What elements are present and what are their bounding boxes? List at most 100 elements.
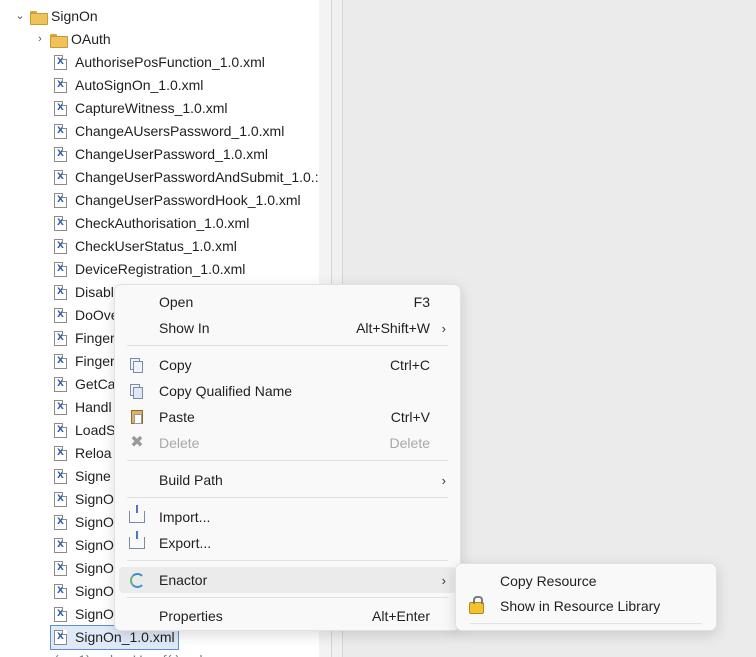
xml-file-icon: X (54, 492, 67, 507)
menu-item-delete[interactable]: ✖ Delete Delete (119, 430, 456, 456)
menu-item-enactor[interactable]: Enactor › (119, 567, 456, 593)
tree-file-label: ChangeAUsersPassword_1.0.xml (75, 123, 285, 139)
menu-item-paste[interactable]: Paste Ctrl+V (119, 404, 456, 430)
menu-item-show-in[interactable]: Show In Alt+Shift+W › (119, 315, 456, 341)
menu-item-build-path[interactable]: Build Path › (119, 467, 456, 493)
menu-separator (127, 597, 448, 598)
tree-file[interactable]: X SignO (54, 534, 114, 557)
xml-file-icon: X (54, 124, 67, 139)
tree-file[interactable]: X Reloa (54, 442, 112, 465)
tree-folder-oauth[interactable]: › OAuth (34, 28, 111, 51)
xml-file-icon: X (54, 446, 67, 461)
xml-file-icon: X (54, 78, 67, 93)
tree-file[interactable]: X DoOve (54, 304, 119, 327)
tree-file[interactable]: X SignO (54, 488, 114, 511)
submenu-item-copy-resource[interactable]: Copy Resource (460, 568, 712, 594)
tree-file[interactable]: X ChangeUserPasswordHook_1.0.xml (54, 189, 301, 212)
tree-folder-signon[interactable]: ⌄ SignOn (14, 5, 98, 28)
tree-file[interactable]: X LoadS (54, 419, 115, 442)
tree-file[interactable]: X ChangeAUsersPassword_1.0.xml (54, 120, 284, 143)
tree-file[interactable]: X DeviceRegistration_1.0.xml (54, 258, 245, 281)
menu-separator (127, 497, 448, 498)
tree-file[interactable]: X Disabl (54, 281, 114, 304)
tree-file-label: CaptureWitness_1.0.xml (75, 100, 228, 116)
tree-file[interactable]: X CheckUserStatus_1.0.xml (54, 235, 237, 258)
tree-file-label: DeviceRegistration_1.0.xml (75, 261, 246, 277)
xml-file-icon: X (54, 400, 67, 415)
xml-file-icon: X (54, 55, 67, 70)
tree-file-cut-off[interactable]: (..., 1) ... l ... H ... {( ) ... l (54, 649, 203, 657)
tree-file[interactable]: X SignO (54, 603, 114, 626)
tree-file[interactable]: X AutoSignOn_1.0.xml (54, 74, 203, 97)
tree-file-label: Reloa (75, 445, 112, 461)
folder-open-icon (30, 10, 48, 25)
export-icon (129, 531, 145, 551)
tree-file-label: AutoSignOn_1.0.xml (75, 77, 204, 93)
menu-item-label: Copy (159, 357, 192, 373)
menu-item-properties[interactable]: Properties Alt+Enter (119, 603, 456, 629)
tree-file[interactable]: X Handl (54, 396, 112, 419)
tree-file-label: Signe (75, 468, 111, 484)
submenu-item-show-in-resource-library[interactable]: Show in Resource Library (460, 593, 712, 619)
chevron-right-icon: › (441, 320, 446, 336)
copy-icon (129, 357, 145, 373)
xml-file-icon: X (54, 285, 67, 300)
menu-item-label: Open (159, 294, 194, 310)
tree-file[interactable]: X CheckAuthorisation_1.0.xml (54, 212, 249, 235)
xml-file-icon: X (54, 584, 67, 599)
xml-file-icon: X (54, 377, 67, 392)
tree-file[interactable]: X SignO (54, 580, 114, 603)
tree-file[interactable]: X Signe (54, 465, 111, 488)
paste-icon (129, 409, 145, 425)
xml-file-icon: X (54, 262, 67, 277)
tree-file[interactable]: X GetCa (54, 373, 115, 396)
tree-file-label: DoOve (75, 307, 119, 323)
tree-folder-label: SignOn (51, 8, 98, 24)
tree-file-label: SignO (75, 514, 114, 530)
menu-item-label: Import... (159, 509, 211, 525)
xml-file-icon: X (54, 193, 67, 208)
tree-file[interactable]: X CaptureWitness_1.0.xml (54, 97, 228, 120)
menu-item-label: Copy Qualified Name (159, 383, 293, 399)
menu-item-open[interactable]: Open F3 (119, 289, 456, 315)
xml-file-icon: X (54, 354, 67, 369)
chevron-down-icon[interactable]: ⌄ (14, 10, 26, 23)
xml-file-icon: X (54, 147, 67, 162)
xml-file-icon: X (54, 308, 67, 323)
tree-file-label: SignO (75, 606, 114, 622)
tree-file-label: Finger (75, 330, 115, 346)
tree-file-label: SignO (75, 583, 114, 599)
chevron-right-icon[interactable]: › (34, 33, 46, 46)
menu-item-export[interactable]: Export... (119, 530, 456, 556)
enactor-refresh-icon (129, 572, 145, 588)
import-icon (129, 505, 145, 525)
tree-file[interactable]: X Finger (54, 327, 115, 350)
menu-item-label: Properties (159, 608, 223, 624)
menu-item-shortcut: Alt+Shift+W (356, 320, 430, 336)
menu-separator (470, 623, 702, 624)
tree-file-label: ChangeUserPasswordHook_1.0.xml (75, 192, 301, 208)
menu-item-copy-qualified-name[interactable]: Copy Qualified Name (119, 378, 456, 404)
tree-file[interactable]: X ChangeUserPasswordAndSubmit_1.0.: (54, 166, 319, 189)
tree-file-label: (..., 1) ... l ... H ... {( ) ... l (54, 649, 203, 657)
menu-item-label: Enactor (159, 572, 208, 588)
xml-file-icon: X (54, 239, 67, 254)
folder-icon (50, 33, 68, 48)
menu-item-copy[interactable]: Copy Ctrl+C (119, 352, 456, 378)
menu-item-label: Build Path (159, 472, 223, 488)
tree-file[interactable]: X SignO (54, 557, 114, 580)
chevron-right-icon: › (441, 572, 446, 588)
tree-file[interactable]: X SignO (54, 511, 114, 534)
tree-file-label: AuthorisePosFunction_1.0.xml (75, 54, 265, 70)
menu-item-import[interactable]: Import... (119, 504, 456, 530)
tree-file[interactable]: X ChangeUserPassword_1.0.xml (54, 143, 268, 166)
xml-file-icon: X (54, 331, 67, 346)
menu-item-shortcut: F3 (413, 294, 430, 310)
tree-file[interactable]: X Finger (54, 350, 115, 373)
tree-file[interactable]: X AuthorisePosFunction_1.0.xml (54, 51, 265, 74)
tree-file-label: Disabl (75, 284, 114, 300)
xml-file-icon: X (54, 538, 67, 553)
menu-item-label: Show In (159, 320, 210, 336)
xml-file-icon: X (54, 469, 67, 484)
menu-item-shortcut: Ctrl+V (390, 409, 430, 425)
